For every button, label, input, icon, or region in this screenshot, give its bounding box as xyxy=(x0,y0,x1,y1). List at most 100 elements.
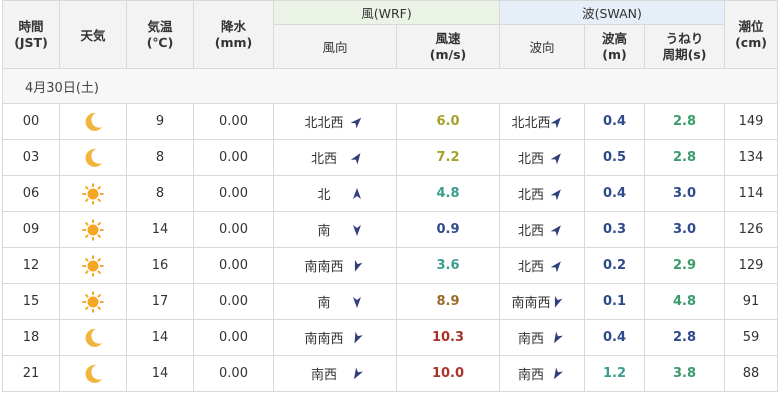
weather-cell xyxy=(59,283,127,320)
tide-cell: 129 xyxy=(724,247,779,284)
wave-dir-cell: 南南西 xyxy=(499,283,585,320)
time-cell: 09 xyxy=(2,211,60,248)
wave-height-cell: 0.4 xyxy=(584,103,645,140)
wave-height-cell: 0.5 xyxy=(584,139,645,176)
precip-cell: 0.00 xyxy=(193,139,274,176)
wave-height-cell: 0.4 xyxy=(584,319,645,356)
wave-height-cell: 1.2 xyxy=(584,355,645,392)
wind-speed-cell: 8.9 xyxy=(396,283,500,320)
header-precip: 降水 (mm) xyxy=(193,0,274,69)
time-cell: 00 xyxy=(2,103,60,140)
wind-dir-cell: 北北西 xyxy=(273,103,397,140)
table-row: 18 14 0.00 南南西 10.3 南西 0.4 2.8 59 xyxy=(2,319,779,356)
wave-height-cell: 0.3 xyxy=(584,211,645,248)
direction-arrow-icon xyxy=(354,259,363,272)
precip-cell: 0.00 xyxy=(193,283,274,320)
temp-cell: 17 xyxy=(126,283,194,320)
wind-dir-cell: 南 xyxy=(273,211,397,248)
sun-icon xyxy=(82,255,104,276)
table-row: 15 17 0.00 南 8.9 南南西 0.1 4.8 91 xyxy=(2,283,779,320)
tide-cell: 88 xyxy=(724,355,779,392)
direction-arrow-icon xyxy=(353,296,361,308)
wave-dir-cell: 南西 xyxy=(499,319,585,356)
wind-dir-text: 北西 xyxy=(310,152,337,167)
wind-dir-cell: 南南西 xyxy=(273,247,397,284)
header-time: 時間 (JST) xyxy=(2,0,60,69)
wind-speed-cell: 10.3 xyxy=(396,319,500,356)
date-label: 4月30日(土) xyxy=(1,68,779,104)
direction-arrow-icon xyxy=(353,187,361,199)
swell-period-cell: 4.8 xyxy=(643,283,726,320)
tide-cell: 149 xyxy=(724,103,779,140)
swell-period-cell: 2.8 xyxy=(643,139,726,176)
swell-period-cell: 3.0 xyxy=(643,211,726,248)
wind-dir-cell: 北西 xyxy=(273,139,397,176)
temp-cell: 14 xyxy=(126,319,194,356)
precip-cell: 0.00 xyxy=(193,319,274,356)
precip-cell: 0.00 xyxy=(193,247,274,284)
time-cell: 21 xyxy=(2,355,60,392)
moon-icon xyxy=(85,112,102,131)
header-wave-height: 波高 (m) xyxy=(584,24,645,69)
wind-dir-text: 北北西 xyxy=(304,116,344,131)
swell-period-cell: 2.8 xyxy=(643,103,726,140)
precip-cell: 0.00 xyxy=(193,103,274,140)
tide-cell: 114 xyxy=(724,175,779,212)
table-row: 12 16 0.00 南南西 3.6 北西 0.2 2.9 129 xyxy=(2,247,779,284)
precip-cell: 0.00 xyxy=(193,355,274,392)
time-cell: 15 xyxy=(2,283,60,320)
header-wave-dir: 波向 xyxy=(499,24,585,69)
wave-dir-cell: 北西 xyxy=(499,175,585,212)
weather-cell xyxy=(59,247,127,284)
temp-cell: 8 xyxy=(126,175,194,212)
wind-dir-cell: 南南西 xyxy=(273,319,397,356)
swell-period-cell: 2.9 xyxy=(643,247,726,284)
temp-cell: 14 xyxy=(126,355,194,392)
table-row: 09 14 0.00 南 0.9 北西 0.3 3.0 126 xyxy=(2,211,779,248)
tide-cell: 134 xyxy=(724,139,779,176)
precip-cell: 0.00 xyxy=(193,175,274,212)
wind-dir-text: 南南西 xyxy=(304,260,344,275)
wind-dir-cell: 南 xyxy=(273,283,397,320)
moon-icon xyxy=(85,364,102,383)
temp-cell: 16 xyxy=(126,247,194,284)
wind-speed-cell: 0.9 xyxy=(396,211,500,248)
header-swell-period: うねり 周期(s) xyxy=(643,24,726,69)
wind-dir-cell: 北 xyxy=(273,175,397,212)
weather-cell xyxy=(59,355,127,392)
header-wind-speed: 風速 (m/s) xyxy=(396,24,500,69)
wind-speed-cell: 7.2 xyxy=(396,139,500,176)
header-wave-group: 波(SWAN) xyxy=(498,0,726,25)
weather-cell xyxy=(59,139,127,176)
wind-dir-cell: 南西 xyxy=(273,355,397,392)
table-row: 06 8 0.00 北 4.8 北西 0.4 3.0 114 xyxy=(2,175,779,212)
weather-cell xyxy=(59,319,127,356)
time-cell: 12 xyxy=(2,247,60,284)
wave-height-cell: 0.2 xyxy=(584,247,645,284)
wave-height-cell: 0.4 xyxy=(584,175,645,212)
swell-period-cell: 2.8 xyxy=(643,319,726,356)
wave-dir-cell: 北西 xyxy=(499,139,585,176)
tide-cell: 59 xyxy=(724,319,779,356)
wave-dir-cell: 北西 xyxy=(499,247,585,284)
wind-dir-text: 南西 xyxy=(310,368,337,383)
weather-cell xyxy=(59,211,127,248)
header-tide: 潮位 (cm) xyxy=(724,0,779,69)
moon-icon xyxy=(85,328,102,347)
weather-cell xyxy=(59,103,127,140)
time-cell: 06 xyxy=(2,175,60,212)
direction-arrow-icon xyxy=(350,152,361,164)
wind-speed-cell: 4.8 xyxy=(396,175,500,212)
swell-period-cell: 3.0 xyxy=(643,175,726,212)
direction-arrow-icon xyxy=(354,331,363,343)
tide-cell: 126 xyxy=(724,211,779,248)
table-row: 00 9 0.00 北北西 6.0 北北西 0.4 2.8 149 xyxy=(2,103,779,140)
temp-cell: 8 xyxy=(126,139,194,176)
wind-dir-text: 南南西 xyxy=(304,332,344,347)
direction-arrow-icon xyxy=(554,331,563,343)
forecast-table: 時間 (JST) 天気 気温 (℃) 降水 (mm) 風(WRF) 波(SWAN… xyxy=(1,0,779,392)
direction-arrow-icon xyxy=(353,224,361,236)
direction-arrow-icon xyxy=(354,367,363,379)
direction-arrow-icon xyxy=(550,116,561,128)
sun-icon xyxy=(82,291,104,312)
